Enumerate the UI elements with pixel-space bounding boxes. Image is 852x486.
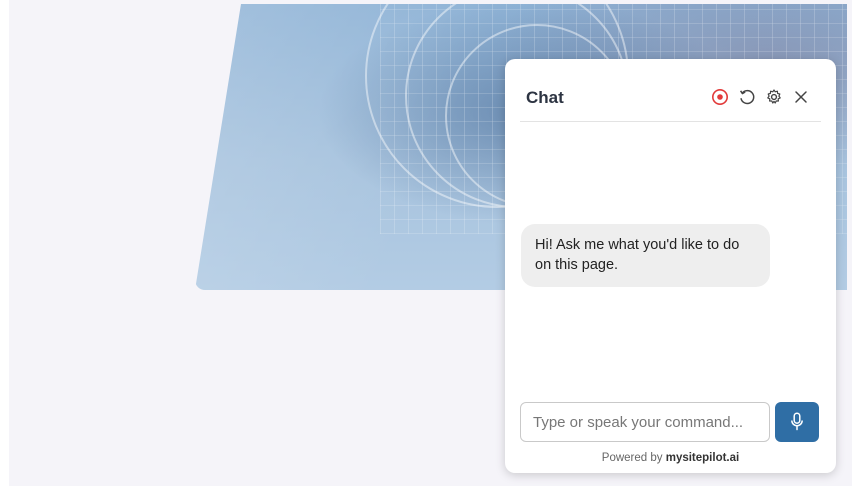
assistant-message: Hi! Ask me what you'd like to do on this… xyxy=(521,224,770,287)
record-icon[interactable] xyxy=(710,87,730,107)
microphone-icon xyxy=(791,412,803,431)
chat-input-row xyxy=(520,402,821,444)
microphone-button[interactable] xyxy=(775,402,819,442)
chat-panel: Chat Hi! Ask me what you'd like to do on… xyxy=(505,59,836,473)
settings-icon[interactable] xyxy=(764,87,784,107)
close-icon[interactable] xyxy=(791,87,811,107)
powered-by-label: Powered by xyxy=(601,452,663,464)
powered-by-footer: Powered by mysitepilot.ai xyxy=(505,452,836,464)
chat-title: Chat xyxy=(526,88,564,107)
chat-header: Chat xyxy=(520,59,821,122)
reset-icon[interactable] xyxy=(737,87,757,107)
powered-by-brand[interactable]: mysitepilot.ai xyxy=(666,452,740,464)
command-input[interactable] xyxy=(520,402,770,442)
